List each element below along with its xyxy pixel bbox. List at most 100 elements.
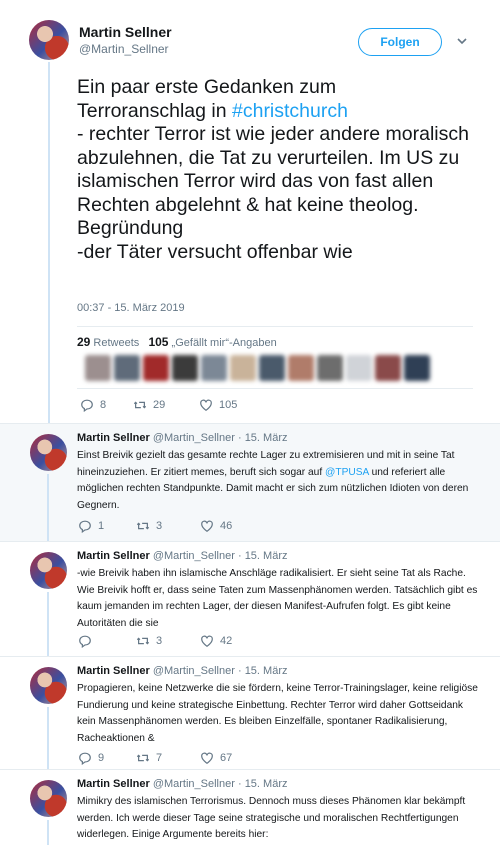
liker-avatar[interactable]: [230, 355, 256, 381]
reply-tweet[interactable]: Martin Sellner @Martin_Sellner · 15. Mär…: [0, 769, 500, 845]
retweet-icon: [136, 522, 150, 530]
like-count: 42: [220, 635, 233, 647]
like-button[interactable]: 46: [200, 519, 232, 533]
retweet-icon: [136, 754, 150, 762]
author-name[interactable]: Martin Sellner: [77, 432, 150, 444]
reply-icon: [79, 520, 91, 533]
reply-date[interactable]: · 15. März: [238, 550, 288, 562]
thread-line: [47, 707, 49, 770]
author-handle[interactable]: @Martin_Sellner: [79, 42, 169, 56]
author-handle[interactable]: @Martin_Sellner: [153, 665, 235, 677]
reply-text: Mimikry des islamischen Terrorismus. Den…: [77, 796, 466, 840]
retweets-count[interactable]: 29: [77, 335, 90, 349]
reply-button[interactable]: 9: [78, 751, 136, 765]
like-button[interactable]: 105: [199, 398, 237, 412]
liker-avatar[interactable]: [259, 355, 285, 381]
reply-icon: [81, 399, 93, 412]
reply-tweet[interactable]: Martin Sellner @Martin_Sellner · 15. Mär…: [0, 423, 500, 542]
tweet-text: Ein paar erste Gedanken zum Terroranschl…: [77, 76, 482, 264]
reply-actions: 1 3 46: [78, 519, 232, 533]
author-name[interactable]: Martin Sellner: [77, 665, 150, 677]
tweet-actions: 8 29 105: [80, 398, 237, 412]
avatar[interactable]: [30, 780, 67, 817]
liker-avatar[interactable]: [143, 355, 169, 381]
reply-button[interactable]: 8: [80, 398, 133, 412]
likers-avatars: [85, 355, 430, 383]
author-handle[interactable]: @Martin_Sellner: [153, 432, 235, 444]
heart-icon: [201, 635, 213, 647]
retweet-icon: [136, 637, 150, 645]
reply-tweet[interactable]: Martin Sellner @Martin_Sellner · 15. Mär…: [0, 656, 500, 770]
retweets-label[interactable]: Retweets: [93, 337, 139, 349]
heart-icon: [201, 752, 213, 764]
thread-line: [48, 62, 50, 423]
reply-header: Martin Sellner @Martin_Sellner · 15. Mär…: [77, 432, 287, 444]
reply-count: 8: [100, 399, 107, 411]
reply-icon: [79, 752, 91, 765]
likes-label[interactable]: „Gefällt mir“-Angaben: [172, 337, 277, 349]
author-handle[interactable]: @Martin_Sellner: [153, 778, 235, 790]
author-name[interactable]: Martin Sellner: [77, 550, 150, 562]
like-button[interactable]: 42: [200, 634, 232, 648]
main-tweet: Martin Sellner @Martin_Sellner Folgen Ei…: [0, 0, 500, 423]
retweet-button[interactable]: 29: [133, 398, 199, 412]
avatar[interactable]: [30, 434, 67, 471]
like-count: 105: [219, 399, 238, 411]
liker-avatar[interactable]: [114, 355, 140, 381]
retweet-button[interactable]: 7: [136, 751, 200, 765]
retweet-count: 29: [153, 399, 166, 411]
like-count: 67: [220, 752, 233, 764]
divider: [77, 326, 473, 327]
thread-line: [47, 474, 49, 542]
tweet-timestamp[interactable]: 00:37 - 15. März 2019: [77, 302, 185, 314]
thread-line: [47, 592, 49, 657]
avatar[interactable]: [30, 667, 67, 704]
follow-button[interactable]: Folgen: [358, 28, 442, 56]
reply-count: 9: [98, 752, 105, 764]
liker-avatar[interactable]: [404, 355, 430, 381]
reply-tweet[interactable]: Martin Sellner @Martin_Sellner · 15. Mär…: [0, 541, 500, 657]
hashtag-link[interactable]: #christchurch: [232, 100, 348, 122]
retweet-icon: [133, 401, 147, 409]
author-handle[interactable]: @Martin_Sellner: [153, 550, 235, 562]
retweet-button[interactable]: 3: [136, 634, 200, 648]
reply-text: Einst Breivik gezielt das gesamte rechte…: [77, 448, 479, 514]
reply-icon: [79, 635, 91, 648]
divider: [77, 388, 473, 389]
likes-count[interactable]: 105: [148, 335, 168, 349]
tweet-stats: 29 Retweets 105 „Gefällt mir“-Angaben: [77, 335, 277, 349]
author-name[interactable]: Martin Sellner: [79, 24, 172, 40]
reply-text: -wie Breivik haben ihn islamische Anschl…: [77, 568, 478, 629]
thread-line: [47, 820, 49, 845]
reply-count: 1: [98, 520, 105, 532]
retweet-count: 3: [156, 635, 163, 647]
reply-text: Propagieren, keine Netzwerke die sie för…: [77, 683, 478, 744]
heart-icon: [201, 520, 213, 532]
liker-avatar[interactable]: [201, 355, 227, 381]
mention-link[interactable]: @TPUSA: [325, 467, 369, 478]
avatar[interactable]: [29, 20, 69, 60]
liker-avatar[interactable]: [317, 355, 343, 381]
liker-avatar[interactable]: [85, 355, 111, 381]
reply-date[interactable]: · 15. März: [238, 432, 288, 444]
tweet-text-part: - rechter Terror ist wie jeder andere mo…: [77, 123, 469, 263]
avatar[interactable]: [30, 552, 67, 589]
reply-actions: 3 42: [78, 634, 232, 648]
liker-avatar[interactable]: [172, 355, 198, 381]
retweet-button[interactable]: 3: [136, 519, 200, 533]
chevron-down-icon[interactable]: [456, 36, 468, 46]
retweet-count: 3: [156, 520, 163, 532]
heart-icon: [200, 399, 212, 411]
liker-avatar[interactable]: [288, 355, 314, 381]
reply-date[interactable]: · 15. März: [238, 665, 288, 677]
reply-actions: 9 7 67: [78, 751, 232, 765]
liker-avatar[interactable]: [346, 355, 372, 381]
reply-date[interactable]: · 15. März: [238, 778, 288, 790]
reply-header: Martin Sellner @Martin_Sellner · 15. Mär…: [77, 550, 287, 562]
reply-button[interactable]: 1: [78, 519, 136, 533]
reply-button[interactable]: [78, 634, 136, 648]
liker-avatar[interactable]: [375, 355, 401, 381]
like-button[interactable]: 67: [200, 751, 232, 765]
author-name[interactable]: Martin Sellner: [77, 778, 150, 790]
like-count: 46: [220, 520, 233, 532]
